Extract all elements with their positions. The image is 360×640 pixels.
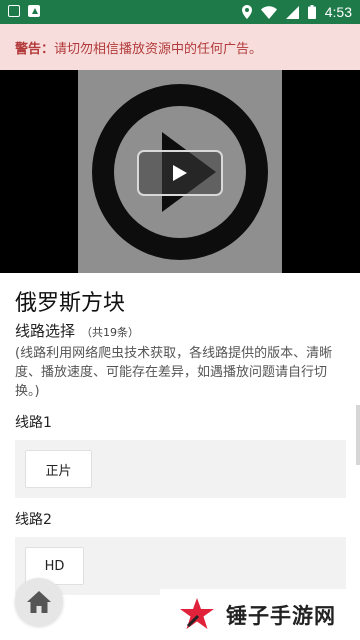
ad-warning-banner: 警告：请切勿相信播放资源中的任何广告。 xyxy=(0,24,360,70)
episode-button[interactable]: 正片 xyxy=(25,450,92,488)
signal-icon xyxy=(285,5,299,19)
scrollbar[interactable] xyxy=(356,405,360,465)
route-count: （共19条） xyxy=(81,326,140,339)
location-icon xyxy=(241,5,252,19)
route-line-options: HD xyxy=(15,537,346,595)
video-player[interactable] xyxy=(0,70,360,273)
wifi-icon xyxy=(260,5,277,19)
site-watermark: 锤子手游网 xyxy=(160,589,360,640)
status-time: 4:53 xyxy=(324,4,352,20)
route-selection-heading: 线路选择 （共19条） xyxy=(15,320,139,341)
warning-text: 请切勿相信播放资源中的任何广告。 xyxy=(54,41,263,57)
hammer-logo-icon xyxy=(180,597,214,629)
route-line-options: 正片 xyxy=(15,440,346,498)
warning-separator: ： xyxy=(41,41,55,57)
play-icon xyxy=(173,165,187,181)
play-button[interactable] xyxy=(137,150,223,196)
home-icon xyxy=(27,591,51,613)
watermark-text: 锤子手游网 xyxy=(226,603,336,628)
warning-label: 警告 xyxy=(15,41,42,57)
route-note: (线路利用网络爬虫技术获取，各线路提供的版本、清晰度、播放速度、可能存在差异，如… xyxy=(15,346,333,399)
home-button[interactable] xyxy=(15,578,63,626)
battery-icon xyxy=(307,5,316,19)
route-line-label: 线路2 xyxy=(15,512,52,528)
page-title: 俄罗斯方块 xyxy=(15,291,126,316)
status-bar: 4:53 xyxy=(0,0,360,24)
android-notification-icon xyxy=(8,5,20,17)
app-notification-icon xyxy=(28,5,40,17)
route-line-label: 线路1 xyxy=(15,415,52,431)
route-selection-label: 线路选择 xyxy=(15,322,76,340)
